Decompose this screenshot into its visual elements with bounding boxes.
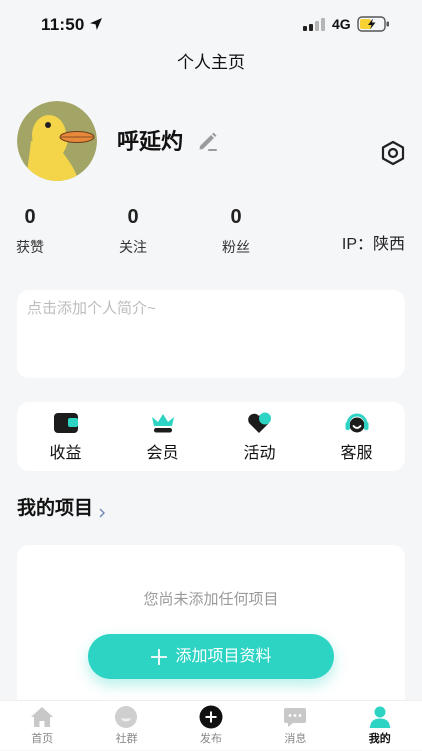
status-bar: 11:50 4G	[0, 0, 422, 47]
stat-followers-value: 0	[230, 206, 242, 228]
tab-publish[interactable]: 发布	[169, 701, 253, 751]
menu-item-label: 客服	[340, 445, 373, 462]
projects-empty-text: 您尚未添加任何项目	[143, 591, 279, 608]
edit-name-pencil-icon[interactable]	[197, 131, 218, 152]
crown-icon	[150, 411, 176, 435]
avatar[interactable]	[17, 101, 97, 181]
tab-label: 发布	[199, 733, 222, 745]
tab-bar: 首页 社群 发布 消息 我的	[0, 700, 422, 750]
plus-icon	[150, 648, 168, 666]
publish-icon	[199, 705, 223, 729]
menu-item-earnings[interactable]: 收益	[17, 402, 114, 471]
tab-community[interactable]: 社群	[84, 701, 168, 751]
ip-location: IP：陕西	[341, 236, 405, 253]
location-arrow-icon	[89, 17, 103, 31]
bio-input[interactable]: 点击添加个人简介~	[17, 290, 405, 378]
tab-label: 首页	[31, 733, 54, 745]
profile-icon	[368, 705, 392, 729]
profile-name: 呼延灼	[117, 129, 184, 154]
tab-label: 消息	[284, 733, 307, 745]
settings-icon[interactable]	[380, 140, 406, 166]
tab-label: 我的	[368, 733, 391, 745]
bio-placeholder: 点击添加个人简介~	[27, 300, 156, 317]
quick-menu: 收益 会员 活动 客服	[17, 402, 405, 471]
signal-icon	[303, 18, 326, 31]
heart-icon	[247, 411, 273, 435]
home-icon	[30, 705, 54, 729]
tab-home[interactable]: 首页	[0, 701, 84, 751]
page-title: 个人主页	[177, 53, 245, 72]
stat-followers-label: 粉丝	[222, 239, 250, 255]
wallet-icon	[53, 411, 79, 435]
chevron-right-icon[interactable]	[99, 505, 105, 518]
duck-avatar-image	[17, 101, 97, 181]
tab-label: 社群	[115, 733, 138, 745]
menu-item-label: 会员	[146, 445, 179, 462]
message-icon	[283, 705, 307, 729]
stat-likes-label: 获赞	[16, 239, 44, 255]
stat-following-label: 关注	[119, 239, 147, 255]
menu-item-support[interactable]: 客服	[308, 402, 405, 471]
add-project-button-label: 添加项目资料	[175, 647, 272, 665]
stat-following-value: 0	[127, 206, 139, 228]
network-type: 4G	[332, 16, 351, 32]
headset-icon	[344, 411, 370, 435]
projects-title[interactable]: 我的项目	[17, 496, 93, 522]
menu-item-label: 活动	[243, 445, 276, 462]
community-icon	[114, 705, 138, 729]
menu-item-label: 收益	[49, 445, 82, 462]
status-time: 11:50	[41, 15, 85, 34]
menu-item-activities[interactable]: 活动	[211, 402, 308, 471]
add-project-button[interactable]: 添加项目资料	[88, 634, 334, 679]
battery-charging-icon	[357, 16, 390, 32]
stat-likes-value: 0	[24, 206, 36, 228]
tab-messages[interactable]: 消息	[253, 701, 337, 751]
tab-mine[interactable]: 我的	[338, 701, 422, 751]
menu-item-membership[interactable]: 会员	[114, 402, 211, 471]
